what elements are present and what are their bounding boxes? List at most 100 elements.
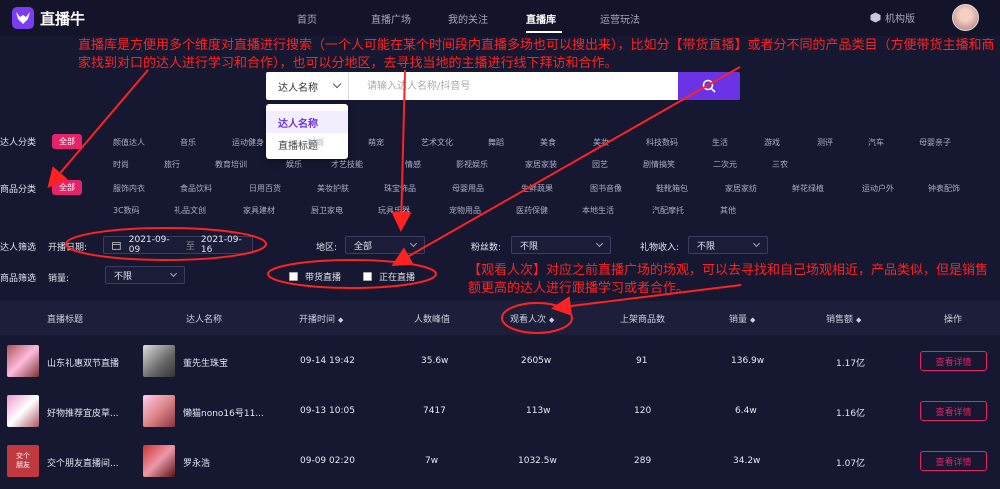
- search-type-select[interactable]: 达人名称: [266, 72, 348, 100]
- talent-category-tag[interactable]: 运动健身: [232, 137, 264, 148]
- view-details-button[interactable]: 查看详情: [920, 351, 987, 371]
- product-category-tag[interactable]: 钟表配饰: [928, 183, 960, 194]
- col-header-start-time[interactable]: 开播时间 ◆: [299, 312, 343, 325]
- talent-category-tag[interactable]: 萌宠: [368, 137, 384, 148]
- talent-category-tag[interactable]: 时尚: [308, 137, 324, 148]
- product-category-tag[interactable]: 图书音像: [590, 183, 622, 194]
- talent-category-tag[interactable]: 测评: [817, 137, 833, 148]
- product-category-tag[interactable]: 医药保健: [516, 205, 548, 216]
- product-category-tag[interactable]: 家具建材: [243, 205, 275, 216]
- product-category-tag[interactable]: 服饰内衣: [113, 183, 145, 194]
- search-input[interactable]: [348, 72, 678, 100]
- live-title[interactable]: 好物推荐宜皮草...: [47, 406, 119, 419]
- talent-category-tag[interactable]: 生活: [712, 137, 728, 148]
- product-category-tag[interactable]: 日用百货: [249, 183, 281, 194]
- talent-name[interactable]: 懒猫nono16号11...: [183, 406, 264, 419]
- talent-category-tag[interactable]: 艺术文化: [421, 137, 453, 148]
- nav-item-my-follows[interactable]: 我的关注: [448, 11, 488, 26]
- peak-viewers: 35.6w: [421, 356, 449, 366]
- nav-item-live-library[interactable]: 直播库: [526, 11, 556, 26]
- talent-category-tag[interactable]: 影视娱乐: [456, 159, 488, 170]
- talent-category-tag[interactable]: 园艺: [592, 159, 608, 170]
- col-header-sales[interactable]: 销量 ◆: [729, 312, 755, 325]
- search-button[interactable]: [678, 72, 740, 100]
- talent-category-tag[interactable]: 美食: [540, 137, 556, 148]
- view-details-button[interactable]: 查看详情: [920, 451, 987, 471]
- talent-category-tag[interactable]: 三农: [772, 159, 788, 170]
- live-cover-image[interactable]: [7, 395, 39, 427]
- fans-label: 粉丝数:: [471, 243, 502, 253]
- live-title[interactable]: 交个朋友直播间...: [47, 456, 119, 469]
- product-category-tag[interactable]: 玩具乐器: [378, 205, 410, 216]
- product-category-tag[interactable]: 其他: [720, 205, 736, 216]
- talent-category-tag[interactable]: 颜值达人: [113, 137, 145, 148]
- col-header-revenue[interactable]: 销售额 ◆: [826, 312, 861, 325]
- talent-category-tag[interactable]: 娱乐: [286, 159, 302, 170]
- talent-category-tag[interactable]: 音乐: [180, 137, 196, 148]
- dropdown-option-live-title[interactable]: 直播标题: [266, 133, 348, 155]
- sales-select[interactable]: 不限: [105, 266, 185, 284]
- live-title[interactable]: 山东礼惠双节直播: [47, 356, 119, 369]
- chevron-down-icon: [169, 269, 178, 278]
- live-cover-image[interactable]: [7, 345, 39, 377]
- product-category-tag[interactable]: 全部: [52, 180, 82, 195]
- org-version-link[interactable]: 机构版: [870, 10, 915, 25]
- talent-category-tag[interactable]: 家居家装: [525, 159, 557, 170]
- product-category-tag[interactable]: 美妆护肤: [317, 183, 349, 194]
- nav-item-home[interactable]: 首页: [297, 11, 317, 26]
- product-category-tag[interactable]: 珠宝饰品: [384, 183, 416, 194]
- talent-category-tag[interactable]: 才艺技能: [331, 159, 363, 170]
- chevron-down-icon: [752, 239, 761, 248]
- talent-category-tag[interactable]: 情感: [405, 159, 421, 170]
- nav-item-operations[interactable]: 运营玩法: [600, 11, 640, 26]
- talent-category-tag[interactable]: 旅行: [164, 159, 180, 170]
- talent-category-tag[interactable]: 美妆: [593, 137, 609, 148]
- nav-item-live-plaza[interactable]: 直播广场: [371, 11, 411, 26]
- product-category-tag[interactable]: 宠物用品: [449, 205, 481, 216]
- talent-avatar[interactable]: [143, 345, 175, 377]
- talent-category-tag[interactable]: 科技数码: [646, 137, 678, 148]
- product-category-tag[interactable]: 厨卫家电: [311, 205, 343, 216]
- talent-category-tag[interactable]: 游戏: [764, 137, 780, 148]
- arrow-to-categories: [47, 69, 149, 189]
- product-category-tag[interactable]: 礼品文创: [174, 205, 206, 216]
- date-range-picker[interactable]: 2021-09-09 至 2021-09-16: [103, 235, 253, 255]
- talent-name[interactable]: 罗永浩: [183, 456, 210, 469]
- talent-category-tag[interactable]: 汽车: [868, 137, 884, 148]
- user-avatar[interactable]: [952, 4, 979, 31]
- gift-income-select[interactable]: 不限: [688, 236, 768, 254]
- live-cover-image[interactable]: 交个 朋友: [7, 445, 39, 477]
- talent-category-tag[interactable]: 母婴亲子: [919, 137, 951, 148]
- total-views: 113w: [526, 406, 551, 416]
- product-category-tag[interactable]: 鲜花绿植: [792, 183, 824, 194]
- search-icon: [702, 79, 716, 93]
- region-select[interactable]: 全部: [345, 236, 425, 254]
- fans-select[interactable]: 不限: [511, 236, 611, 254]
- talent-category-tag[interactable]: 时尚: [113, 159, 129, 170]
- col-header-title: 直播标题: [47, 315, 84, 325]
- col-header-views[interactable]: 观看人次 ◆: [510, 312, 554, 325]
- talent-avatar[interactable]: [143, 445, 175, 477]
- talent-avatar[interactable]: [143, 395, 175, 427]
- now-live-checkbox[interactable]: 正在直播: [363, 270, 415, 283]
- view-details-button[interactable]: 查看详情: [920, 401, 987, 421]
- search-type-dropdown: 达人名称 直播标题: [266, 104, 348, 159]
- talent-category-tag[interactable]: 教育培训: [215, 159, 247, 170]
- dropdown-option-talent-name[interactable]: 达人名称: [266, 111, 348, 133]
- product-category-tag[interactable]: 3C数码: [113, 205, 140, 216]
- product-category-tag[interactable]: 母婴用品: [452, 183, 484, 194]
- product-category-tag[interactable]: 运动户外: [862, 183, 894, 194]
- talent-category-tag[interactable]: 全部: [52, 134, 82, 149]
- product-category-tag[interactable]: 鞋靴箱包: [656, 183, 688, 194]
- product-category-tag[interactable]: 生鲜蔬果: [521, 183, 553, 194]
- app-logo[interactable]: 直播牛: [12, 7, 85, 29]
- talent-category-tag[interactable]: 二次元: [713, 159, 737, 170]
- talent-category-tag[interactable]: 舞蹈: [488, 137, 504, 148]
- product-category-tag[interactable]: 家居家纺: [725, 183, 757, 194]
- talent-category-tag[interactable]: 剧情搞笑: [643, 159, 675, 170]
- product-category-tag[interactable]: 汽配摩托: [652, 205, 684, 216]
- talent-name[interactable]: 董先生珠宝: [183, 356, 228, 369]
- product-category-tag[interactable]: 食品饮料: [180, 183, 212, 194]
- goods-live-checkbox[interactable]: 带货直播: [289, 270, 341, 283]
- product-category-tag[interactable]: 本地生活: [582, 205, 614, 216]
